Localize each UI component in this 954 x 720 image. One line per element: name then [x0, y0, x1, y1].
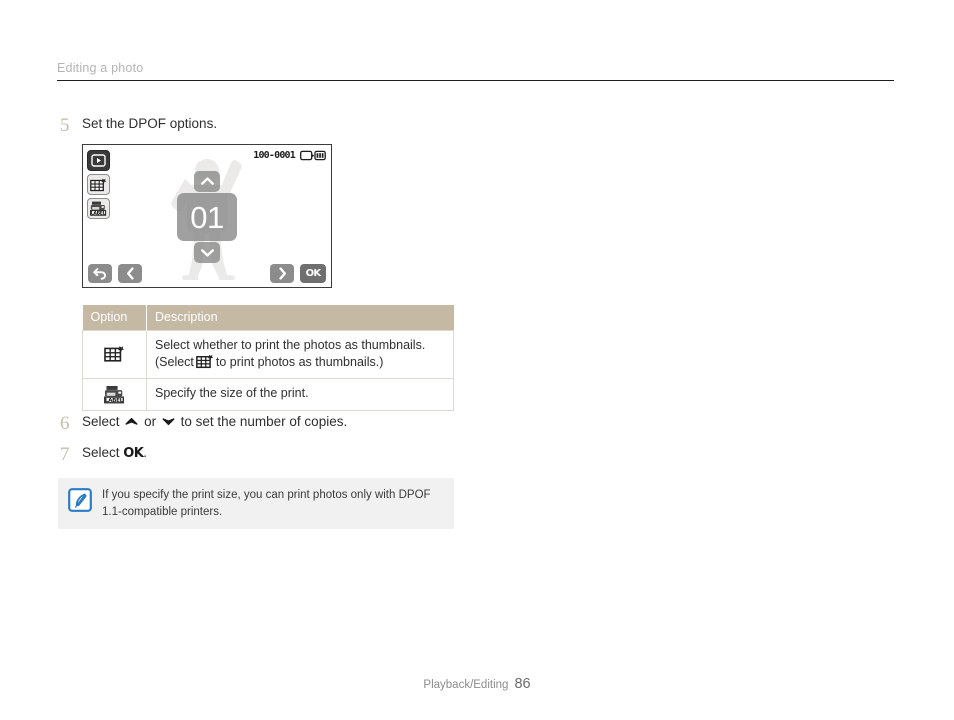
playback-mode-icon[interactable] [87, 150, 110, 171]
print-size-label-icon: LABEL [104, 385, 124, 403]
step-6-text-after: to set the number of copies. [180, 414, 348, 429]
step-7-text-before: Select [82, 445, 120, 460]
thumbnail-index-print-icon [196, 354, 214, 369]
option-icon-cell [82, 330, 147, 379]
decrease-copies-button[interactable] [194, 242, 220, 263]
section-title: Editing a photo [57, 61, 144, 75]
page-footer: Playback/Editing 86 [0, 676, 954, 692]
option-description-cell: Select whether to print the photos as th… [146, 330, 454, 379]
lcd-nav-left [88, 264, 142, 283]
header-rule [57, 80, 894, 81]
battery-full-icon [300, 150, 326, 161]
footer-page-number: 86 [514, 676, 531, 692]
playback-mode-glyph [91, 154, 106, 167]
step-6-text-before: Select [82, 414, 120, 429]
description-line-1: Specify the size of the print. [155, 386, 309, 401]
increase-copies-button[interactable] [194, 171, 220, 192]
copy-count-stepper: 01 [177, 171, 237, 263]
chevron-down-icon [162, 416, 175, 427]
copy-count-value: 01 [190, 199, 224, 235]
note-pen-icon [68, 488, 92, 517]
ok-reference-label: OK [123, 446, 144, 461]
ok-button[interactable]: OK [300, 264, 326, 283]
previous-button[interactable] [118, 264, 142, 283]
lcd-nav-right: OK [270, 264, 326, 283]
back-arrow-icon [93, 268, 107, 280]
description-line-2-before: (Select [155, 355, 194, 370]
table-header-row: Option Description [82, 305, 454, 331]
note-text: If you specify the print size, you can p… [102, 489, 431, 518]
option-icon-cell: LABEL [82, 377, 147, 411]
lcd-left-icon-column: LABEL [87, 150, 110, 219]
footer-section-label: Playback/Editing [423, 679, 509, 691]
next-button[interactable] [270, 264, 294, 283]
page-header: Editing a photo [57, 61, 894, 81]
table-row: LABEL Specify the size of the print. [82, 377, 454, 411]
svg-text:LABEL: LABEL [91, 210, 106, 216]
lcd-status-bar: 100-0001 [253, 150, 326, 161]
print-size-glyph: LABEL [90, 201, 107, 216]
back-button[interactable] [88, 264, 112, 283]
chevron-up-icon [125, 416, 138, 427]
step-7-number: 7 [60, 444, 70, 465]
thumbnail-grid-glyph [90, 178, 107, 191]
option-description-table: Option Description Select whether to pri… [82, 305, 454, 411]
step-6-text-middle: or [144, 414, 157, 429]
step-6: 6 Select or to set the number of copies. [60, 413, 347, 433]
thumbnail-index-print-icon[interactable] [87, 174, 110, 195]
step-7-text-after: . [143, 445, 147, 460]
description-line-1: Select whether to print the photos as th… [155, 338, 426, 352]
step-6-number: 6 [60, 413, 70, 434]
step-5-number: 5 [60, 115, 70, 136]
svg-text:LABEL: LABEL [105, 397, 124, 403]
print-size-label-icon[interactable]: LABEL [87, 198, 110, 219]
description-line-2-after: to print photos as thumbnails.) [215, 355, 384, 370]
step-5-text: Set the DPOF options. [82, 116, 218, 131]
chevron-up-icon [200, 177, 214, 185]
column-header-option: Option [82, 305, 147, 331]
camera-lcd-screen: LABEL 100-0001 01 OK [82, 144, 332, 288]
step-5: 5 Set the DPOF options. [60, 115, 217, 135]
chevron-left-icon [126, 267, 134, 280]
copy-count-display: 01 [177, 193, 237, 241]
thumbnail-index-print-icon [104, 346, 125, 362]
note-callout: If you specify the print size, you can p… [58, 478, 454, 530]
chevron-down-icon [200, 249, 214, 257]
column-header-description: Description [146, 305, 454, 331]
step-6-text: Select or to set the number of copies. [82, 413, 347, 431]
chevron-right-icon [278, 267, 286, 280]
ok-button-label: OK [305, 268, 321, 279]
table-row: Select whether to print the photos as th… [82, 330, 454, 379]
step-7-text: Select OK. [82, 444, 147, 463]
step-7: 7 Select OK. [60, 444, 147, 464]
option-description-cell: Specify the size of the print. [146, 377, 454, 411]
file-number: 100-0001 [253, 150, 296, 161]
